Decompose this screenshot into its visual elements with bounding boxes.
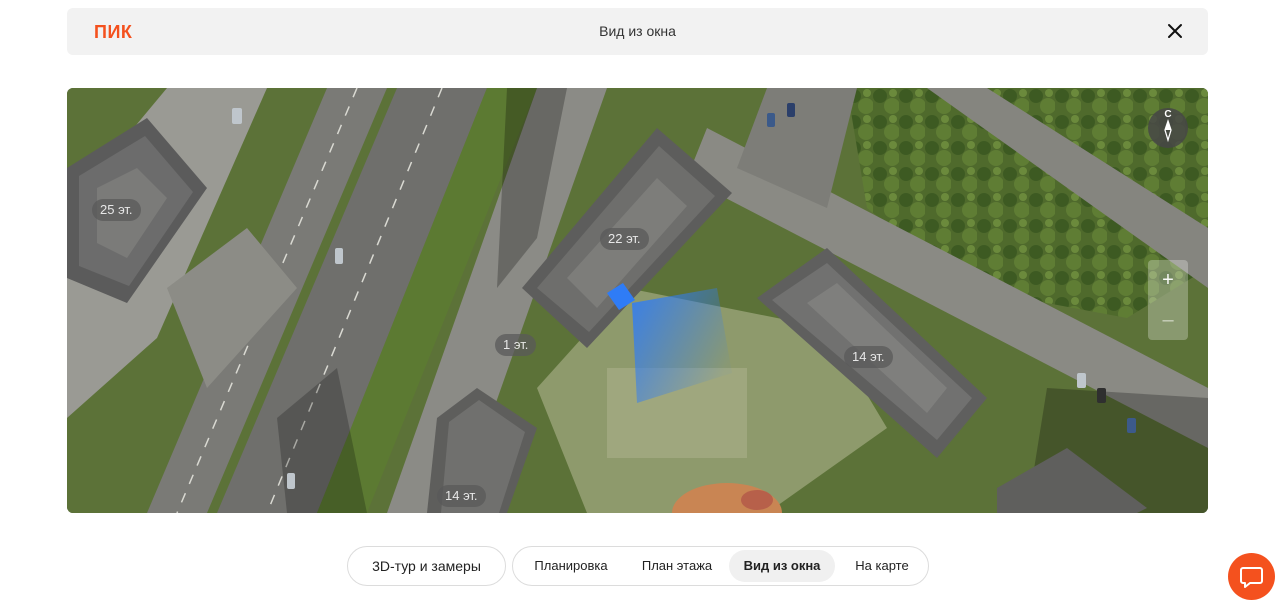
- floor-label-1: 1 эт.: [495, 334, 537, 356]
- header-bar: ПИК Вид из окна: [67, 8, 1208, 55]
- chat-button[interactable]: [1228, 553, 1275, 600]
- floor-label-14-bottom: 14 эт.: [437, 485, 486, 507]
- tab-3d-tour[interactable]: 3D-тур и замеры: [347, 546, 506, 586]
- tab-floor-plan[interactable]: План этажа: [631, 550, 723, 582]
- floor-label-14-right: 14 эт.: [844, 346, 893, 368]
- tab-on-map[interactable]: На карте: [843, 550, 921, 582]
- compass-needle-icon: [1164, 118, 1172, 143]
- page-title: Вид из окна: [599, 23, 676, 39]
- window-view-map[interactable]: 25 эт. 22 эт. 1 эт. 14 эт. 14 эт. С + –: [67, 88, 1208, 513]
- zoom-out-button[interactable]: –: [1148, 300, 1188, 340]
- close-icon: [1168, 24, 1182, 38]
- floor-label-25: 25 эт.: [92, 199, 141, 221]
- view-tabs: Планировка План этажа Вид из окна На кар…: [512, 546, 929, 586]
- aerial-map-image: [67, 88, 1208, 513]
- close-button[interactable]: [1166, 22, 1184, 40]
- chat-bubble-icon: [1240, 567, 1263, 588]
- tab-window-view[interactable]: Вид из окна: [729, 550, 835, 582]
- compass-button[interactable]: С: [1148, 108, 1188, 148]
- floor-label-22: 22 эт.: [600, 228, 649, 250]
- zoom-in-button[interactable]: +: [1148, 260, 1188, 300]
- tab-plan[interactable]: Планировка: [525, 550, 617, 582]
- zoom-control: + –: [1148, 260, 1188, 340]
